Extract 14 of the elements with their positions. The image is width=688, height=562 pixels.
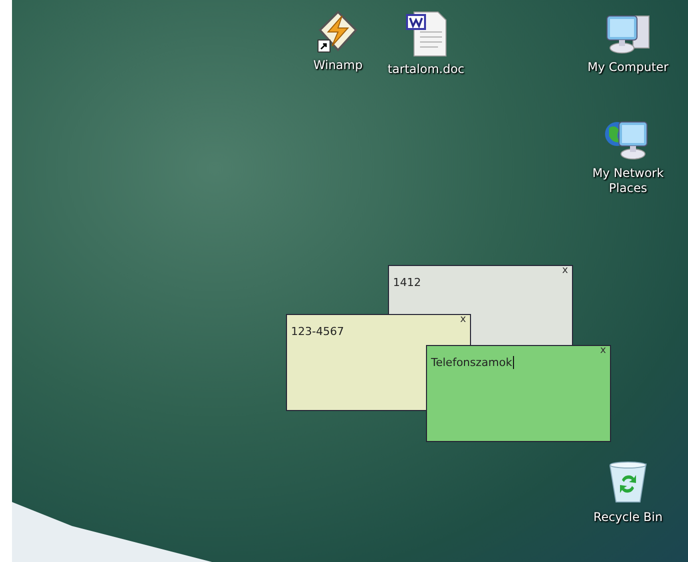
text-cursor <box>513 356 514 369</box>
note-text: 123-4567 <box>291 325 344 338</box>
lightning-icon <box>316 10 360 54</box>
close-button[interactable]: x <box>600 346 606 356</box>
icon-label[interactable]: Winamp <box>293 58 383 73</box>
icon-label[interactable]: tartalom.doc <box>381 62 471 77</box>
icon-label[interactable]: Recycle Bin <box>583 510 673 525</box>
close-button[interactable]: x <box>562 266 568 276</box>
icon-label[interactable]: My Computer <box>583 60 673 75</box>
icon-label[interactable]: My Network Places <box>583 166 673 196</box>
sticky-note[interactable]: x Telefonszamok <box>426 345 611 442</box>
note-text: 1412 <box>393 276 421 289</box>
word-document-icon <box>404 10 448 58</box>
close-button[interactable]: x <box>460 315 466 325</box>
